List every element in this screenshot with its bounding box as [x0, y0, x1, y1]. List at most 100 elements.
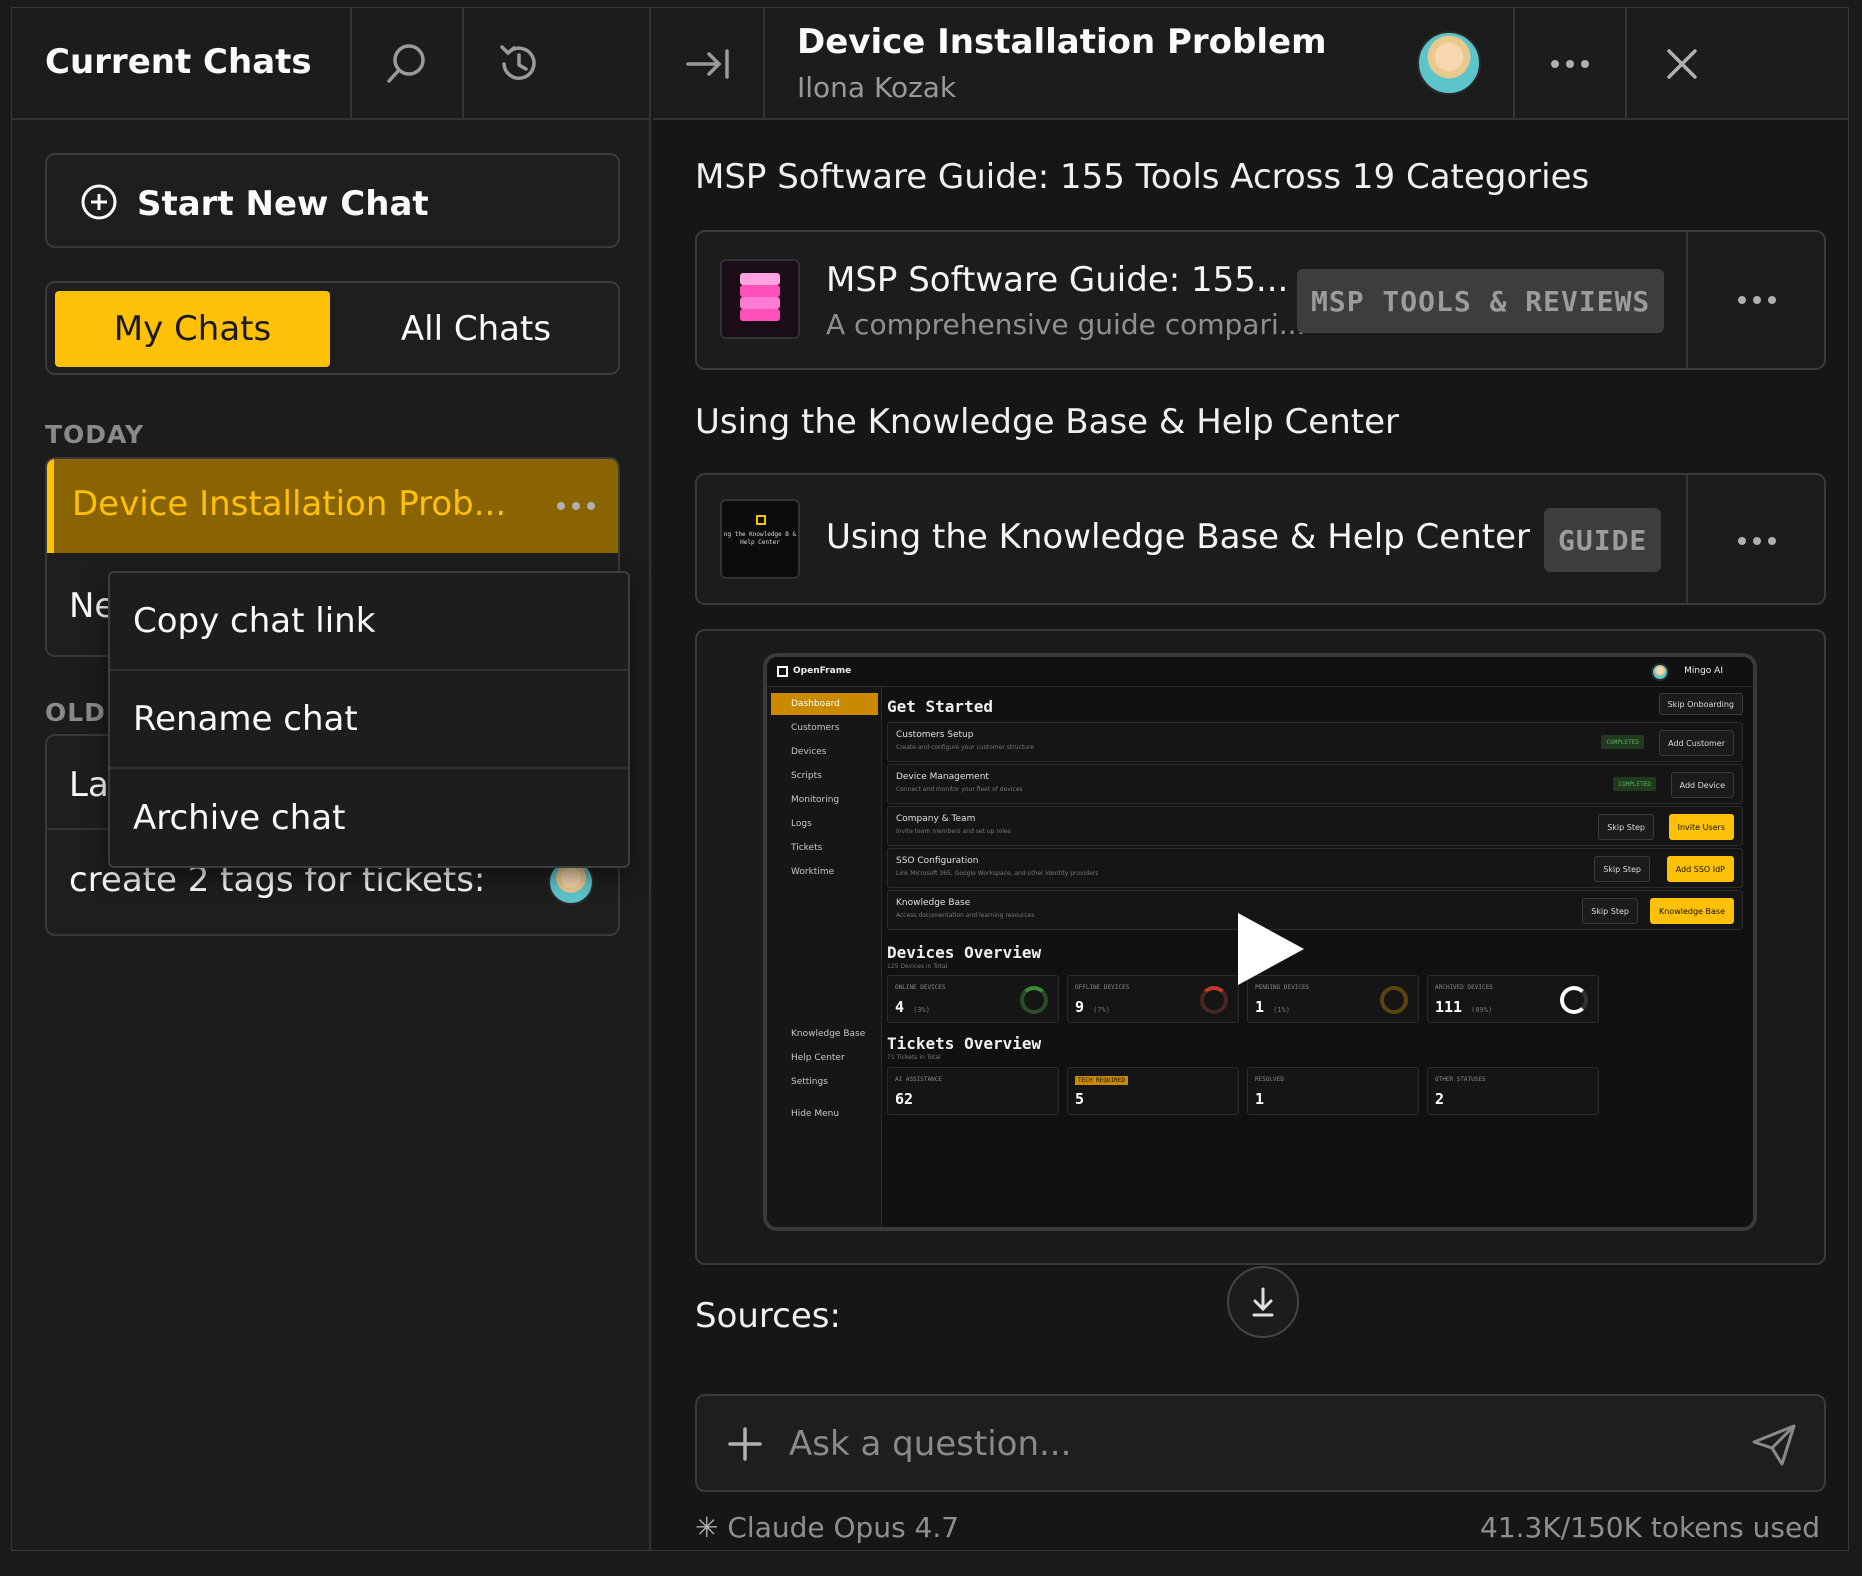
- more-options-icon: [1738, 537, 1776, 545]
- thumb-nav-item: Scripts: [791, 771, 822, 781]
- chat-list-panel: Current Chats Start New Chat My Chats Al…: [12, 8, 651, 1550]
- chat-item-device-installation[interactable]: Device Installation Prob...: [47, 459, 618, 553]
- more-options-button[interactable]: [1513, 8, 1625, 120]
- model-selector[interactable]: ✳ Claude Opus 4.7: [695, 1511, 959, 1544]
- tab-my-chats[interactable]: My Chats: [55, 291, 330, 367]
- menu-item-rename-chat[interactable]: Rename chat: [110, 671, 628, 769]
- plus-icon[interactable]: [725, 1424, 765, 1464]
- thumb-heading: Get Started: [887, 697, 993, 716]
- thumb-stat-label: OTHER STATUSES: [1435, 1076, 1486, 1083]
- history-button[interactable]: [462, 8, 574, 120]
- thumb-nav-item: Monitoring: [791, 795, 840, 805]
- thumb-stat-label: TECH REQUIRED: [1075, 1076, 1128, 1085]
- thumb-button: Skip Step: [1594, 856, 1650, 882]
- thumb-stat-label: OFFLINE DEVICES: [1075, 984, 1130, 991]
- article-card-msp-guide[interactable]: MSP Software Guide: 155... A comprehensi…: [695, 230, 1826, 370]
- avatar: [1651, 663, 1669, 681]
- thumb-nav-item: Devices: [791, 747, 827, 757]
- start-new-chat-button[interactable]: Start New Chat: [45, 153, 620, 248]
- thumb-nav-item: Help Center: [791, 1053, 845, 1063]
- chat-filter-tabs: My Chats All Chats: [45, 281, 620, 375]
- more-options-icon[interactable]: [557, 502, 595, 510]
- more-options-icon: [1551, 60, 1589, 68]
- panel-title: Current Chats: [45, 42, 312, 82]
- progress-ring: [1200, 986, 1228, 1014]
- thumb-button: Invite Users: [1668, 814, 1734, 840]
- thumb-stat-value: 1: [1255, 1090, 1265, 1108]
- thumb-step-desc: Create and configure your customer struc…: [896, 744, 1034, 751]
- thumb-step-desc: Access documentation and learning resour…: [896, 912, 1035, 919]
- progress-ring: [1560, 986, 1588, 1014]
- thumb-nav-item: Knowledge Base: [791, 1029, 866, 1039]
- stat-number: 1: [1255, 998, 1265, 1016]
- thumb-step-row: Knowledge Base Access documentation and …: [887, 890, 1743, 930]
- menu-item-copy-chat-link[interactable]: Copy chat link: [110, 573, 628, 671]
- thumb-nav-item: Hide Menu: [791, 1109, 840, 1119]
- thumb-stat-box: ONLINE DEVICES 4 (3%): [887, 975, 1059, 1023]
- search-icon: [387, 44, 425, 83]
- stacked-books-icon: [722, 261, 798, 337]
- thumb-button: Skip Onboarding: [1658, 693, 1743, 715]
- thumb-stat-value: 9 (7%): [1075, 998, 1110, 1016]
- more-options-icon: [1738, 296, 1776, 304]
- article-description: A comprehensive guide compari...: [826, 308, 1306, 341]
- thumb-stat-label: RESOLVED: [1255, 1076, 1284, 1083]
- category-badge: MSP TOOLS & REVIEWS: [1297, 269, 1665, 333]
- question-input-box[interactable]: Ask a question...: [695, 1394, 1826, 1492]
- thumb-button: Knowledge Base: [1650, 898, 1734, 924]
- card-more-button[interactable]: [1686, 475, 1824, 603]
- chat-title: Device Installation Problem: [797, 22, 1327, 62]
- thumb-step-title: Company & Team: [896, 814, 976, 824]
- article-thumbnail: ng the Knowledge B & Help Center: [720, 499, 800, 579]
- thumb-step-row: Company & Team Invite team members and s…: [887, 806, 1743, 846]
- thumb-step-desc: Connect and monitor your fleet of device…: [896, 786, 1023, 793]
- thumb-nav-item: Worktime: [791, 867, 835, 877]
- thumb-nav-item: Tickets: [791, 843, 823, 853]
- article-thumbnail: [720, 259, 800, 339]
- thumb-heading: Tickets Overview: [887, 1034, 1042, 1053]
- thumb-step-row: Customers Setup Create and configure you…: [887, 722, 1743, 762]
- thumb-step-desc: Invite team members and set up roles: [896, 828, 1011, 835]
- thumb-ticket-box: OTHER STATUSES 2: [1427, 1067, 1599, 1115]
- question-input-placeholder[interactable]: Ask a question...: [789, 1424, 1071, 1464]
- thumb-stat-value: 111 (89%): [1435, 998, 1492, 1016]
- thumb-subheading: 71 Tickets in Total: [887, 1054, 941, 1061]
- section-heading: MSP Software Guide: 155 Tools Across 19 …: [695, 157, 1590, 197]
- scroll-down-button[interactable]: [1227, 1266, 1299, 1338]
- play-icon[interactable]: [1238, 913, 1304, 985]
- token-usage: 41.3K/150K tokens used: [1480, 1511, 1820, 1544]
- stat-percent: (89%): [1471, 1006, 1493, 1014]
- chat-detail-panel: Device Installation Problem Ilona Kozak …: [653, 8, 1848, 1550]
- thumb-nav-item: Logs: [791, 819, 812, 829]
- video-player[interactable]: OpenFrame Mingo AI Dashboard Customers D…: [695, 629, 1826, 1265]
- chat-item-label: La: [69, 765, 109, 805]
- thumb-stat-label: ONLINE DEVICES: [895, 984, 946, 991]
- search-button[interactable]: [350, 8, 462, 120]
- thumb-nav-item: Customers: [791, 723, 840, 733]
- collapse-panel-button[interactable]: [653, 8, 765, 120]
- article-card-knowledge-base[interactable]: ng the Knowledge B & Help Center Using t…: [695, 473, 1826, 605]
- thumb-step-row: Device Management Connect and monitor yo…: [887, 764, 1743, 804]
- thumb-button: Add Device: [1670, 772, 1734, 798]
- chat-item-label: Device Installation Prob...: [72, 484, 507, 524]
- close-button[interactable]: [1625, 8, 1737, 120]
- tab-all-chats[interactable]: All Chats: [340, 291, 612, 367]
- thumb-stat-label: PENDING DEVICES: [1255, 984, 1310, 991]
- send-icon[interactable]: [1750, 1420, 1798, 1468]
- thumb-stat-value: 1 (1%): [1255, 998, 1290, 1016]
- stat-percent: (1%): [1273, 1006, 1290, 1014]
- stat-percent: (7%): [1093, 1006, 1110, 1014]
- progress-ring: [1020, 986, 1048, 1014]
- category-badge: GUIDE: [1544, 508, 1662, 572]
- card-more-button[interactable]: [1686, 232, 1824, 368]
- avatar: [1417, 31, 1481, 95]
- thumb-topbar: OpenFrame Mingo AI: [767, 657, 1753, 687]
- thumb-nav-item: Settings: [791, 1077, 828, 1087]
- start-new-chat-label: Start New Chat: [137, 184, 429, 224]
- menu-item-archive-chat[interactable]: Archive chat: [110, 769, 628, 867]
- chat-owner: Ilona Kozak: [797, 71, 957, 104]
- plus-circle-icon: [81, 184, 117, 220]
- logo-icon: [777, 666, 788, 677]
- thumb-button: Skip Step: [1582, 898, 1638, 924]
- article-title: MSP Software Guide: 155...: [826, 260, 1289, 300]
